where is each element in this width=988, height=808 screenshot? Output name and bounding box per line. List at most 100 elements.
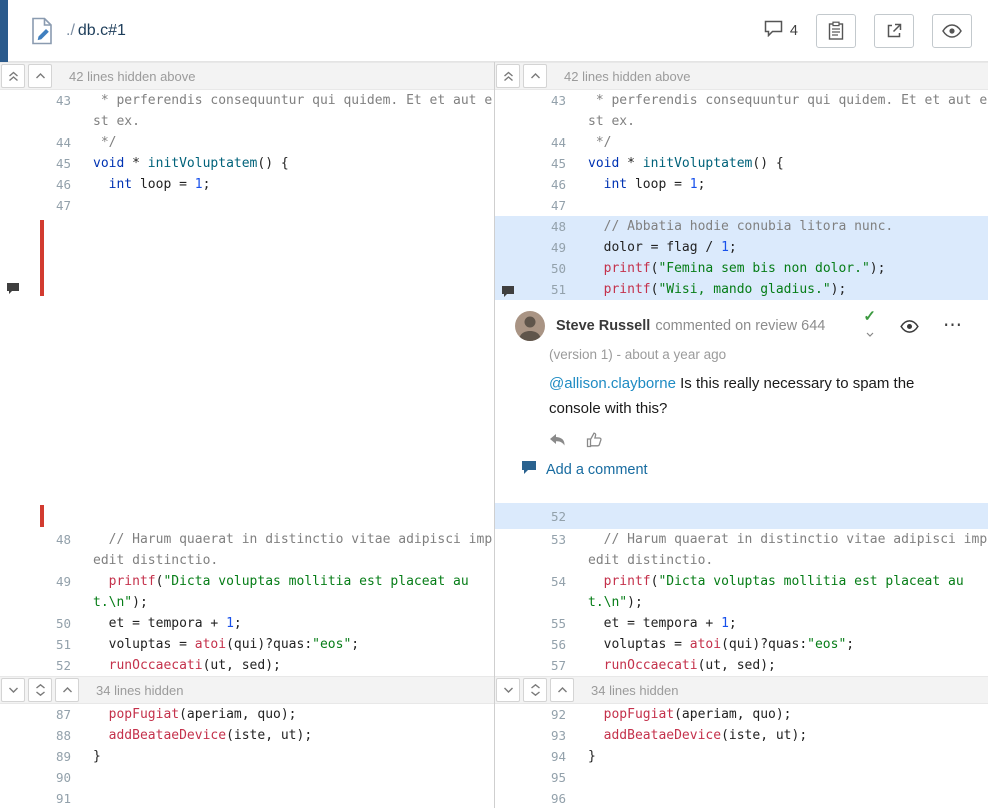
code-line[interactable]: 49 dolor = flag / 1; [495, 237, 988, 258]
accent-bar [0, 0, 8, 62]
code-line[interactable]: 53 // Harum quaerat in distinctio vitae … [495, 529, 988, 571]
code-line[interactable]: 56 voluptas = atoi(qui)?quas:"eos"; [495, 634, 988, 655]
code-line[interactable]: 57 runOccaecati(ut, sed); [495, 655, 988, 676]
comment-bubble-icon [764, 20, 783, 41]
code-line[interactable]: 89} [0, 746, 494, 767]
code-section: 48 // Harum quaerat in distinctio vitae … [0, 529, 494, 676]
line-number: 48 [0, 529, 85, 571]
hidden-lines-label: 42 lines hidden above [564, 69, 691, 84]
line-number: 91 [0, 788, 85, 808]
expand-below-button[interactable] [1, 678, 25, 702]
code-line[interactable]: 93 addBeataeDevice(iste, ut); [495, 725, 988, 746]
code-line[interactable]: 47 [0, 195, 494, 216]
code-line[interactable]: 88 addBeataeDevice(iste, ut); [0, 725, 494, 746]
mention-link[interactable]: @allison.clayborne [549, 375, 676, 392]
code-line[interactable]: 92 popFugiat(aperiam, quo); [495, 704, 988, 725]
code-line[interactable]: 49 printf("Dicta voluptas mollitia est p… [0, 571, 494, 613]
code-line[interactable]: 46 int loop = 1; [495, 174, 988, 195]
code-line[interactable]: 50 et = tempora + 1; [0, 613, 494, 634]
add-comment-icon [521, 460, 537, 479]
code-line[interactable]: 46 int loop = 1; [0, 174, 494, 195]
code-text: printf("Dicta voluptas mollitia est plac… [85, 571, 494, 613]
code-line[interactable]: 43 * perferendis consequuntur qui quidem… [495, 90, 988, 132]
deleted-lines-marker [40, 220, 44, 296]
code-line[interactable]: 44 */ [495, 132, 988, 153]
line-number: 43 [495, 90, 580, 132]
resolve-button[interactable]: ✓ [863, 310, 876, 342]
file-header: ./db.c#1 4 [0, 0, 988, 62]
code-section: 48 // Abbatia hodie conubia litora nunc.… [495, 216, 988, 300]
line-number: 49 [0, 571, 85, 613]
code-text: // Harum quaerat in distinctio vitae adi… [85, 529, 494, 571]
line-number: 89 [0, 746, 85, 767]
like-button[interactable] [586, 432, 602, 448]
comment-author[interactable]: Steve Russell [556, 318, 650, 334]
expand-fold-button[interactable] [523, 678, 547, 702]
comment-marker-icon[interactable] [501, 283, 515, 296]
comment-tools [549, 432, 972, 448]
expand-below-button[interactable] [496, 678, 520, 702]
code-text [85, 195, 494, 216]
line-number: 57 [495, 655, 580, 676]
line-number: 52 [0, 655, 85, 676]
code-section: 53 // Harum quaerat in distinctio vitae … [495, 529, 988, 676]
code-line[interactable]: 44 */ [0, 132, 494, 153]
open-external-button[interactable] [874, 14, 914, 48]
watch-thread-button[interactable] [900, 320, 919, 333]
code-text: } [85, 746, 494, 767]
code-line[interactable]: 51 voluptas = atoi(qui)?quas:"eos"; [0, 634, 494, 655]
code-text: printf("Wisi, mando gladius."); [580, 279, 988, 300]
diff-pane-new: 42 lines hidden above 43 * perferendis co… [494, 62, 988, 808]
comment-marker-icon[interactable] [6, 282, 20, 295]
code-section: 92 popFugiat(aperiam, quo);93 addBeataeD… [495, 704, 988, 808]
copy-button[interactable] [816, 14, 856, 48]
code-line[interactable]: 96 [495, 788, 988, 808]
avatar[interactable] [515, 311, 545, 341]
code-line[interactable]: 95 [495, 767, 988, 788]
code-line[interactable]: 45void * initVoluptatem() { [495, 153, 988, 174]
code-section: 87 popFugiat(aperiam, quo);88 addBeataeD… [0, 704, 494, 808]
comment-meta: (version 1) - about a year ago [549, 347, 972, 362]
code-text: runOccaecati(ut, sed); [85, 655, 494, 676]
code-line[interactable]: 47 [495, 195, 988, 216]
add-comment-button[interactable]: Add a comment [521, 460, 972, 479]
code-line[interactable]: 54 printf("Dicta voluptas mollitia est p… [495, 571, 988, 613]
code-line[interactable]: 51 printf("Wisi, mando gladius."); [495, 279, 988, 300]
code-text: */ [85, 132, 494, 153]
watch-file-button[interactable] [932, 14, 972, 48]
diff-pane-old: 42 lines hidden above43 * perferendis co… [0, 62, 494, 808]
code-text: printf("Femina sem bis non dolor."); [580, 258, 988, 279]
comment-count[interactable]: 4 [764, 20, 798, 41]
check-icon: ✓ [863, 310, 876, 324]
code-line[interactable]: 52 [495, 503, 988, 529]
code-section: 43 * perferendis consequuntur qui quidem… [495, 90, 988, 216]
more-options-button[interactable]: ⋯ [943, 321, 962, 331]
code-line[interactable]: 50 printf("Femina sem bis non dolor."); [495, 258, 988, 279]
code-line[interactable]: 48 // Harum quaerat in distinctio vitae … [0, 529, 494, 571]
code-line[interactable]: 45void * initVoluptatem() { [0, 153, 494, 174]
code-text: */ [580, 132, 988, 153]
expand-above-button[interactable] [55, 678, 79, 702]
code-line[interactable]: 90 [0, 767, 494, 788]
code-line[interactable]: 48 // Abbatia hodie conubia litora nunc. [495, 216, 988, 237]
expand-above-button[interactable] [28, 64, 52, 88]
code-line[interactable]: 94} [495, 746, 988, 767]
code-line[interactable]: 43 * perferendis consequuntur qui quidem… [0, 90, 494, 132]
reply-button[interactable] [549, 433, 566, 447]
hidden-lines-label: 34 lines hidden [591, 683, 678, 698]
code-text [580, 195, 988, 216]
code-section: 43 * perferendis consequuntur qui quidem… [0, 90, 494, 216]
code-text: voluptas = atoi(qui)?quas:"eos"; [85, 634, 494, 655]
header-toolbar: 4 [764, 14, 988, 48]
code-line[interactable]: 52 runOccaecati(ut, sed); [0, 655, 494, 676]
expand-above-button[interactable] [550, 678, 574, 702]
code-line[interactable]: 55 et = tempora + 1; [495, 613, 988, 634]
code-text [85, 788, 494, 808]
expand-all-above-button[interactable] [496, 64, 520, 88]
code-line[interactable]: 87 popFugiat(aperiam, quo); [0, 704, 494, 725]
expand-fold-button[interactable] [28, 678, 52, 702]
code-text: // Abbatia hodie conubia litora nunc. [580, 216, 988, 237]
expand-above-button[interactable] [523, 64, 547, 88]
expand-all-above-button[interactable] [1, 64, 25, 88]
code-line[interactable]: 91 [0, 788, 494, 808]
